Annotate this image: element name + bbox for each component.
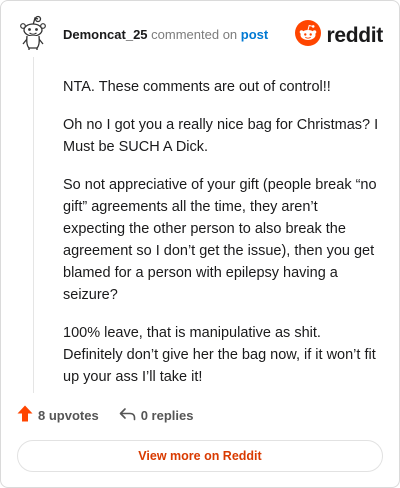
comment-paragraph: NTA. These comments are out of control!!	[63, 79, 331, 95]
username-link[interactable]: Demoncat_25	[63, 27, 148, 42]
avatar-icon[interactable]	[17, 15, 49, 51]
comment-header: Demoncat_25 commented on post	[63, 27, 268, 43]
comment-paragraph: So not appreciative of your gift (people…	[63, 177, 377, 303]
comment-stats: 8 upvotes 0 replies	[17, 405, 193, 425]
thread-line	[33, 57, 34, 393]
comment-paragraph: 100% leave, that is manipulative as shit…	[63, 325, 376, 385]
comment-body: NTA. These comments are out of control!!…	[63, 76, 381, 404]
upvotes-count: 8 upvotes	[38, 407, 99, 423]
upvotes-stat[interactable]: 8 upvotes	[17, 405, 99, 425]
reddit-logo-icon	[295, 20, 322, 51]
commented-on-text: commented on	[147, 27, 241, 42]
replies-stat[interactable]: 0 replies	[119, 407, 194, 424]
replies-count: 0 replies	[140, 407, 194, 423]
reddit-logo[interactable]: reddit	[295, 20, 383, 51]
post-link[interactable]: post	[241, 27, 268, 42]
upvote-arrow-icon	[17, 405, 33, 425]
comment-paragraph: Oh no I got you a really nice bag for Ch…	[63, 117, 379, 155]
embedded-comment-card: Demoncat_25 commented on post reddit NTA…	[0, 0, 400, 488]
reply-arrow-icon	[119, 407, 136, 424]
view-more-button[interactable]: View more on Reddit	[17, 440, 383, 472]
reddit-wordmark: reddit	[326, 23, 383, 47]
